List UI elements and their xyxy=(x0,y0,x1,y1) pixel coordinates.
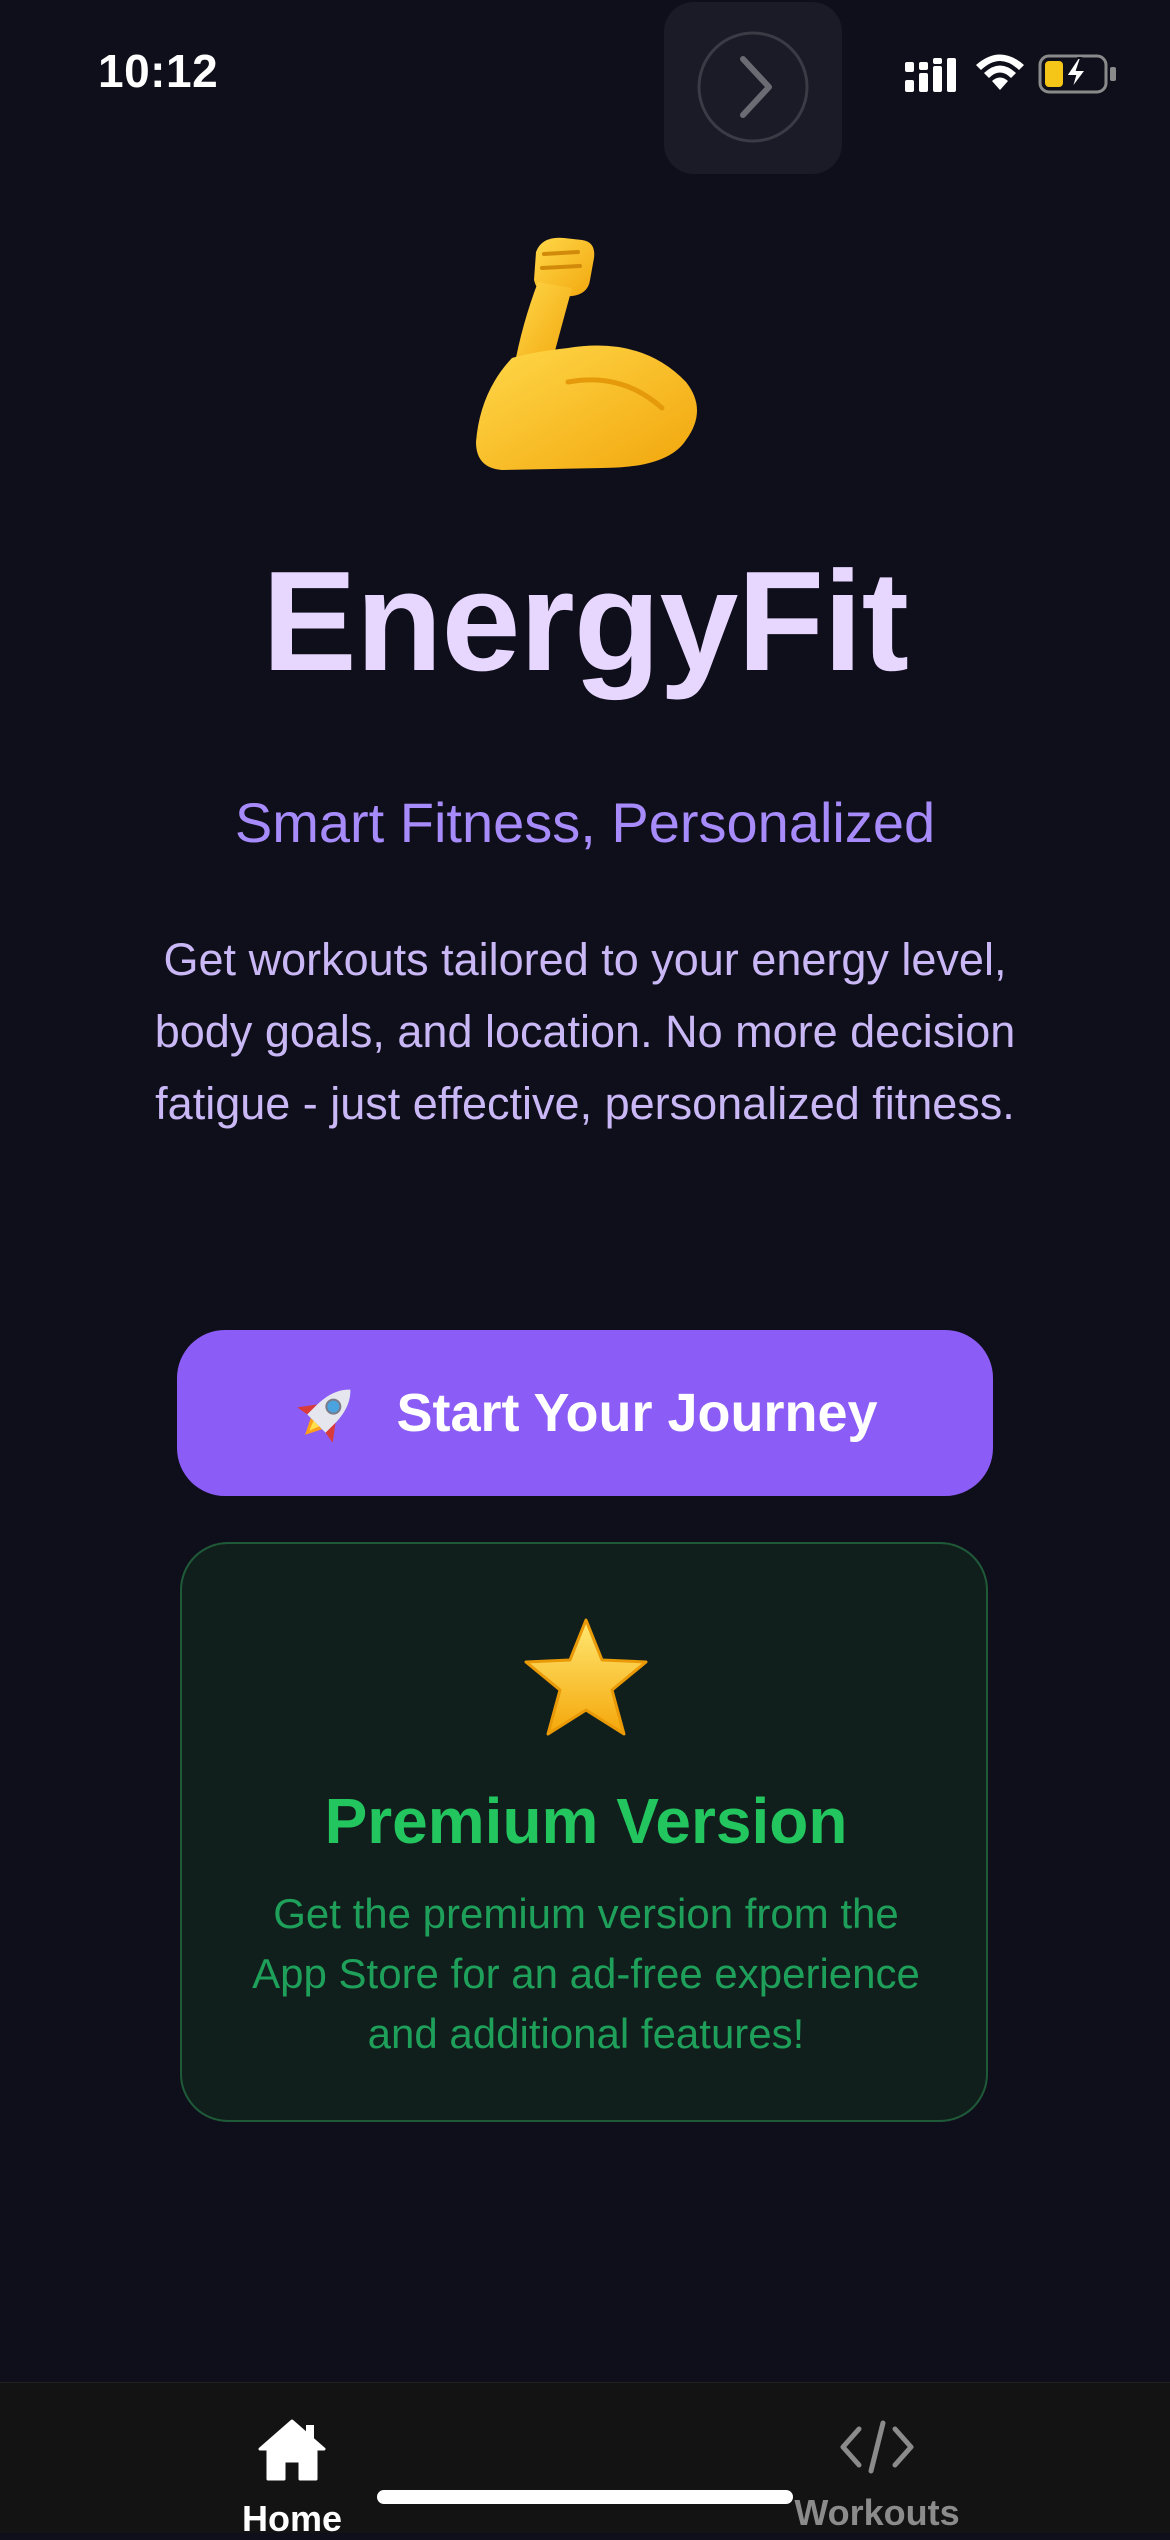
tab-workouts[interactable]: Workouts xyxy=(757,2417,997,2534)
status-bar: 10:12 xyxy=(0,0,1170,174)
battery-charging-icon xyxy=(1038,54,1116,94)
description: Get workouts tailored to your energy lev… xyxy=(154,934,1016,1129)
forward-button[interactable] xyxy=(664,2,842,174)
tab-bar: Home Workouts xyxy=(0,2382,1170,2539)
tab-home[interactable]: Home xyxy=(172,2417,412,2540)
flexed-biceps-icon xyxy=(476,237,697,470)
tab-workouts-label: Workouts xyxy=(794,2492,960,2533)
wifi-icon xyxy=(976,54,1024,90)
chevron-right-icon xyxy=(697,31,809,143)
home-indicator[interactable] xyxy=(377,2490,793,2504)
start-journey-label: Start Your Journey xyxy=(396,1383,878,1443)
tagline: Smart Fitness, Personalized xyxy=(234,791,936,854)
signal-icon xyxy=(905,58,956,92)
premium-description: Get the premium version from the App Sto… xyxy=(252,1890,920,2057)
status-time: 10:12 xyxy=(98,45,219,97)
premium-card[interactable]: Premium Version Get the premium version … xyxy=(180,1542,988,2122)
app-title: EnergyFit xyxy=(262,542,909,701)
star-icon xyxy=(524,1618,648,1736)
home-icon xyxy=(258,2419,326,2481)
rocket-icon xyxy=(297,1389,351,1443)
code-icon xyxy=(840,2420,914,2474)
premium-title: Premium Version xyxy=(324,1785,848,1857)
tab-home-label: Home xyxy=(241,2498,343,2539)
start-journey-button[interactable]: Start Your Journey xyxy=(177,1330,993,1496)
